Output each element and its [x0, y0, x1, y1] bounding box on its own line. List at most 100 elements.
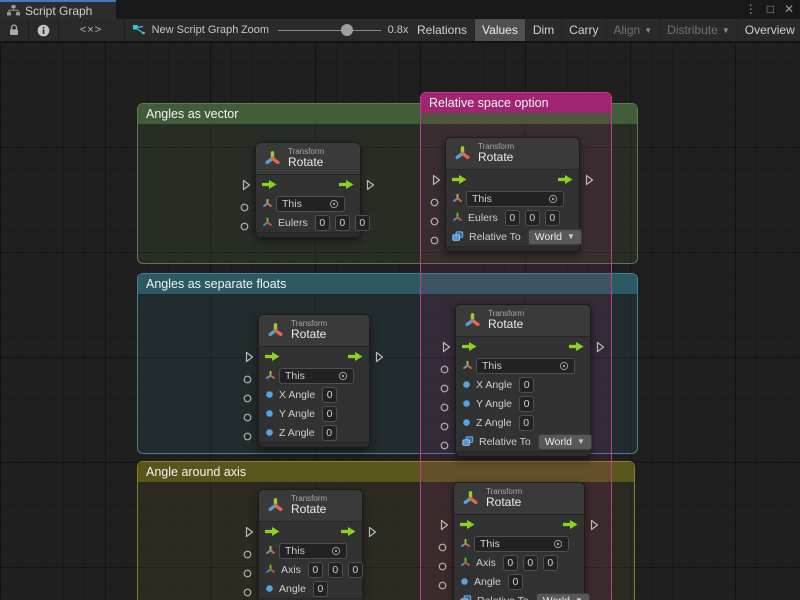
node-header[interactable]: TransformRotate — [455, 304, 591, 337]
flow-output-arrow-icon[interactable] — [348, 352, 363, 361]
target-icon[interactable] — [548, 194, 558, 204]
values-button[interactable]: Values — [475, 19, 526, 41]
flow-output-arrow-icon[interactable] — [341, 527, 356, 536]
object-field[interactable]: This — [466, 191, 564, 207]
value-input-port[interactable] — [438, 577, 447, 595]
value-input-port[interactable] — [243, 565, 252, 583]
number-input[interactable]: 0 — [519, 396, 534, 412]
node-rotate-eulers[interactable]: TransformRotateThisEulers000 — [255, 142, 361, 238]
relations-button[interactable]: Relations — [410, 19, 475, 41]
value-input-port[interactable] — [440, 418, 449, 436]
number-input[interactable]: 0 — [523, 555, 538, 571]
zoom-slider[interactable] — [278, 30, 381, 31]
value-input-port[interactable] — [438, 558, 447, 576]
number-input[interactable]: 0 — [545, 210, 560, 226]
value-input-port[interactable] — [438, 539, 447, 557]
flow-output-port[interactable] — [375, 350, 384, 368]
flow-input-port[interactable] — [245, 350, 254, 368]
number-input[interactable]: 0 — [322, 387, 337, 403]
zoom-slider-handle[interactable] — [341, 24, 353, 36]
value-input-port[interactable] — [243, 371, 252, 389]
overview-button[interactable]: Overview — [738, 19, 800, 41]
flow-input-port[interactable] — [432, 173, 441, 191]
enum-dropdown[interactable]: World▼ — [528, 229, 582, 245]
dim-button[interactable]: Dim — [526, 19, 562, 41]
maximize-icon[interactable]: □ — [767, 0, 774, 19]
number-input[interactable]: 0 — [508, 574, 523, 590]
value-input-port[interactable] — [440, 399, 449, 417]
value-input-port[interactable] — [243, 428, 252, 446]
object-field[interactable]: This — [279, 543, 347, 559]
node-rotate-axis-angle[interactable]: TransformRotateThisAxis000Angle0 — [258, 489, 363, 600]
target-icon[interactable] — [329, 199, 339, 209]
flow-input-port[interactable] — [242, 178, 251, 196]
object-field[interactable]: This — [474, 536, 569, 552]
number-input[interactable]: 0 — [322, 406, 337, 422]
new-script-graph-button[interactable]: New Script Graph — [130, 19, 240, 41]
number-input[interactable]: 0 — [315, 215, 330, 231]
flow-output-arrow-icon[interactable] — [339, 180, 354, 189]
flow-input-arrow-icon[interactable] — [265, 527, 280, 536]
number-input[interactable]: 0 — [322, 425, 337, 441]
number-input[interactable]: 0 — [313, 581, 328, 597]
value-input-port[interactable] — [430, 232, 439, 250]
flow-input-arrow-icon[interactable] — [462, 342, 477, 351]
number-input[interactable]: 0 — [355, 215, 370, 231]
align-button[interactable]: Align▼ — [607, 19, 661, 41]
node-header[interactable]: TransformRotate — [445, 137, 580, 170]
number-input[interactable]: 0 — [525, 210, 540, 226]
flow-input-port[interactable] — [440, 518, 449, 536]
value-input-port[interactable] — [243, 409, 252, 427]
value-input-port[interactable] — [240, 199, 249, 217]
number-input[interactable]: 0 — [543, 555, 558, 571]
flow-input-arrow-icon[interactable] — [460, 520, 475, 529]
flow-output-arrow-icon[interactable] — [563, 520, 578, 529]
value-input-port[interactable] — [438, 596, 447, 600]
node-header[interactable]: TransformRotate — [258, 314, 370, 347]
lock-button[interactable] — [0, 19, 28, 41]
value-input-port[interactable] — [440, 361, 449, 379]
enum-dropdown[interactable]: World▼ — [536, 593, 590, 600]
value-input-port[interactable] — [243, 546, 252, 564]
flow-input-port[interactable] — [442, 340, 451, 358]
code-view-button[interactable]: <×> — [58, 19, 124, 41]
object-field[interactable]: This — [279, 368, 354, 384]
close-icon[interactable]: ✕ — [784, 0, 794, 19]
graph-canvas[interactable]: Angles as vectorAngles as separate float… — [0, 42, 800, 600]
info-button[interactable] — [28, 19, 58, 41]
object-field[interactable]: This — [276, 196, 345, 212]
target-icon[interactable] — [331, 546, 341, 556]
node-header[interactable]: TransformRotate — [255, 142, 361, 175]
tab-script-graph[interactable]: Script Graph — [0, 0, 116, 19]
flow-output-port[interactable] — [585, 173, 594, 191]
flow-input-arrow-icon[interactable] — [262, 180, 277, 189]
node-header[interactable]: TransformRotate — [258, 489, 363, 522]
flow-output-arrow-icon[interactable] — [558, 175, 573, 184]
flow-output-port[interactable] — [596, 340, 605, 358]
node-header[interactable]: TransformRotate — [453, 482, 585, 515]
value-input-port[interactable] — [430, 213, 439, 231]
node-rotate-axis-angle-relative[interactable]: TransformRotateThisAxis000Angle0Relative… — [453, 482, 585, 600]
enum-dropdown[interactable]: World▼ — [538, 434, 592, 450]
carry-button[interactable]: Carry — [562, 19, 606, 41]
target-icon[interactable] — [553, 539, 563, 549]
value-input-port[interactable] — [430, 194, 439, 212]
object-field[interactable]: This — [476, 358, 575, 374]
number-input[interactable]: 0 — [519, 415, 534, 431]
flow-output-port[interactable] — [368, 525, 377, 543]
number-input[interactable]: 0 — [348, 562, 363, 578]
number-input[interactable]: 0 — [519, 377, 534, 393]
flow-output-port[interactable] — [590, 518, 599, 536]
node-rotate-xyz[interactable]: TransformRotateThisX Angle0Y Angle0Z Ang… — [258, 314, 370, 448]
target-icon[interactable] — [559, 361, 569, 371]
flow-output-arrow-icon[interactable] — [569, 342, 584, 351]
node-rotate-eulers-relative[interactable]: TransformRotateThisEulers000Relative ToW… — [445, 137, 580, 252]
node-rotate-xyz-relative[interactable]: TransformRotateThisX Angle0Y Angle0Z Ang… — [455, 304, 591, 457]
value-input-port[interactable] — [243, 584, 252, 600]
window-menu-icon[interactable]: ⋮ — [745, 0, 757, 19]
number-input[interactable]: 0 — [335, 215, 350, 231]
flow-input-arrow-icon[interactable] — [265, 352, 280, 361]
value-input-port[interactable] — [440, 437, 449, 455]
group-header[interactable]: Relative space option — [421, 93, 611, 113]
number-input[interactable]: 0 — [308, 562, 323, 578]
